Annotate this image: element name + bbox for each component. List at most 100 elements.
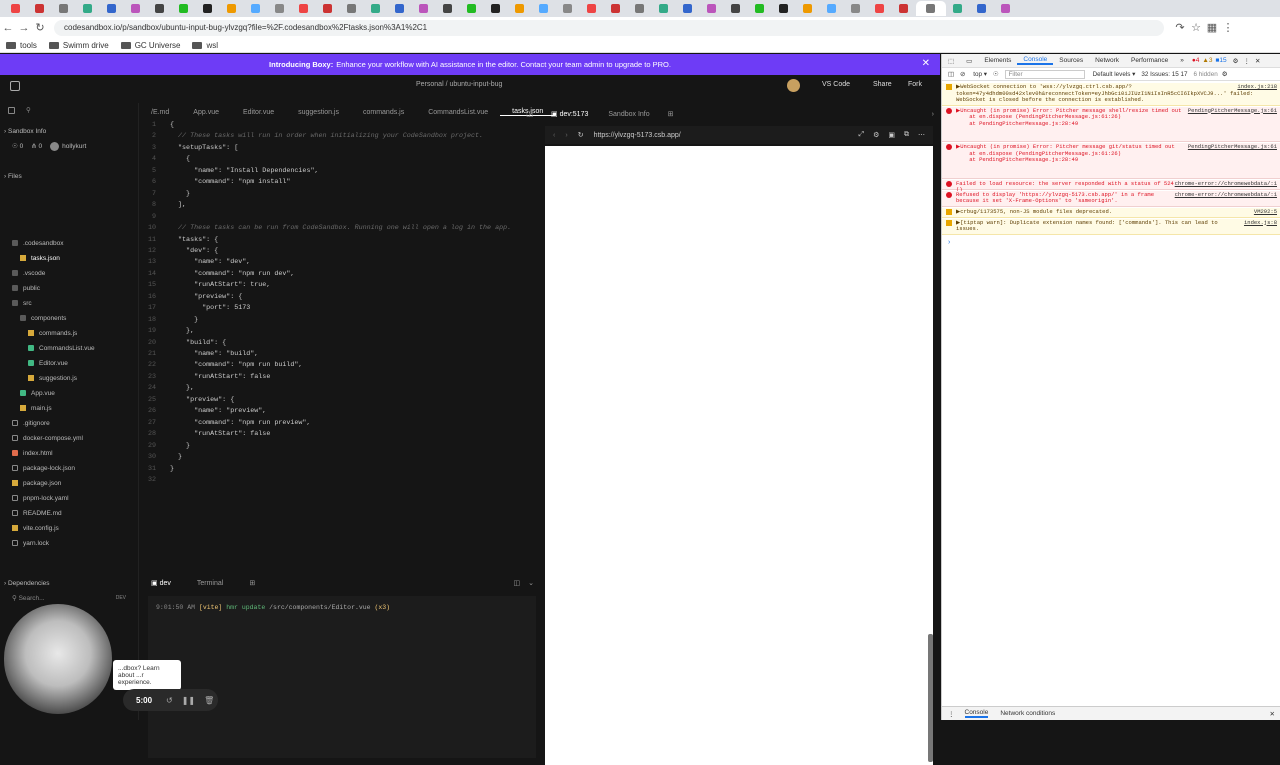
- drawer-tab-console[interactable]: Console: [964, 709, 989, 718]
- browser-tab[interactable]: [364, 1, 388, 16]
- add-tab-icon[interactable]: ⊞: [668, 110, 674, 118]
- sidebar-icon[interactable]: ◫: [948, 71, 954, 78]
- forward-icon[interactable]: ›: [565, 132, 567, 139]
- file-item[interactable]: vite.config.js: [12, 521, 59, 535]
- bookmark-tools[interactable]: tools: [6, 41, 37, 50]
- file-item[interactable]: docker-compose.yml: [12, 431, 83, 445]
- file-item[interactable]: public: [12, 281, 40, 295]
- context-select[interactable]: top ▾: [973, 71, 987, 78]
- more-icon[interactable]: ⋮: [1243, 57, 1250, 65]
- browser-tab[interactable]: [628, 1, 652, 16]
- editor-tab[interactable]: suggestion.js: [286, 109, 351, 116]
- eye-icon[interactable]: ☉: [993, 71, 999, 78]
- browser-tab[interactable]: [868, 1, 892, 16]
- filter-input[interactable]: Filter: [1004, 69, 1085, 79]
- tab-terminal[interactable]: Terminal: [197, 580, 223, 587]
- tab-network[interactable]: Network: [1089, 57, 1125, 64]
- file-item[interactable]: .gitignore: [12, 416, 50, 430]
- console-error[interactable]: chrome-error://chromewebdata/:1 Failed to…: [942, 179, 1280, 193]
- browser-tab[interactable]: [196, 1, 220, 16]
- console-error[interactable]: chrome-error://chromewebdata/:1 Refused t…: [942, 190, 1280, 207]
- warning-count[interactable]: ▲3: [1202, 57, 1212, 64]
- browser-tab[interactable]: [52, 1, 76, 16]
- expand-icon[interactable]: ⤢: [858, 131, 864, 139]
- file-item[interactable]: README.md: [12, 506, 62, 520]
- drawer-menu-icon[interactable]: ⋮: [948, 710, 955, 718]
- more-tabs-icon[interactable]: »: [1174, 57, 1190, 64]
- file-item[interactable]: CommandsList.vue: [28, 341, 95, 355]
- restart-icon[interactable]: ↺: [166, 696, 173, 705]
- preview-url[interactable]: https://ylvzgq-5173.csb.app/: [594, 132, 681, 139]
- editor-tab[interactable]: CommandsList.vue: [416, 109, 500, 116]
- browser-tab[interactable]: [556, 1, 580, 16]
- browser-tab[interactable]: [916, 1, 946, 16]
- browser-tab[interactable]: [844, 1, 868, 16]
- editor-tab[interactable]: Editor.vue: [231, 109, 286, 116]
- browser-tab[interactable]: [124, 1, 148, 16]
- source-link[interactable]: PendingPitcherMessage.js:61: [1188, 143, 1277, 151]
- drawer-tab-network-conditions[interactable]: Network conditions: [1000, 710, 1055, 717]
- file-item[interactable]: pnpm-lock.yaml: [12, 491, 69, 505]
- source-link[interactable]: PendingPitcherMessage.js:61: [1188, 107, 1277, 115]
- browser-tab[interactable]: [508, 1, 532, 16]
- tab-sources[interactable]: Sources: [1053, 57, 1089, 64]
- preview-frame[interactable]: [545, 146, 933, 765]
- tab-sandbox-info[interactable]: Sandbox Info: [608, 111, 649, 118]
- forward-icon[interactable]: →: [16, 22, 32, 34]
- browser-tab[interactable]: [892, 1, 916, 16]
- more-icon[interactable]: ⋯: [918, 131, 925, 139]
- browser-tab[interactable]: [994, 1, 1018, 16]
- chevron-down-icon[interactable]: ⌄: [528, 579, 534, 587]
- browser-tab[interactable]: [148, 1, 172, 16]
- browser-tab[interactable]: [268, 1, 292, 16]
- devtools-icon[interactable]: ▣: [888, 131, 895, 139]
- extensions-icon[interactable]: ▦: [1204, 21, 1220, 34]
- file-item[interactable]: .codesandbox: [12, 236, 63, 250]
- tab-console[interactable]: Console: [1017, 56, 1054, 65]
- browser-tab[interactable]: [244, 1, 268, 16]
- open-window-icon[interactable]: ⧉: [904, 131, 909, 139]
- address-bar[interactable]: codesandbox.io/p/sandbox/ubuntu-input-bu…: [54, 19, 1164, 36]
- inspect-icon[interactable]: ⬚: [942, 57, 960, 65]
- menu-icon[interactable]: ⋮: [1220, 21, 1236, 34]
- browser-tab[interactable]: [172, 1, 196, 16]
- vscode-button[interactable]: VS Code: [822, 81, 850, 88]
- browser-tab[interactable]: [772, 1, 796, 16]
- file-item[interactable]: commands.js: [28, 326, 77, 340]
- onboarding-tooltip[interactable]: ...dbox? Learn about ...r experience.: [113, 660, 181, 690]
- device-icon[interactable]: ▭: [960, 57, 978, 65]
- source-link[interactable]: index.js:8: [1244, 219, 1277, 227]
- browser-tab[interactable]: [946, 1, 970, 16]
- info-count[interactable]: ■15: [1215, 57, 1226, 64]
- browser-tab[interactable]: [220, 1, 244, 16]
- delete-icon[interactable]: 🗑: [204, 696, 214, 705]
- browser-tab[interactable]: [412, 1, 436, 16]
- browser-tab[interactable]: [748, 1, 772, 16]
- refresh-icon[interactable]: ↻: [578, 131, 584, 139]
- close-icon[interactable]: ✕: [1270, 710, 1275, 718]
- browser-tab[interactable]: [652, 1, 676, 16]
- console-warning[interactable]: VM292:5 ▶crbug/1173575, non-JS module fil…: [942, 207, 1280, 218]
- browser-tab[interactable]: [388, 1, 412, 16]
- source-link[interactable]: chrome-error://chromewebdata/:1: [1175, 180, 1277, 188]
- browser-tab[interactable]: [796, 1, 820, 16]
- file-item[interactable]: main.js: [20, 401, 52, 415]
- browser-tab[interactable]: [4, 1, 28, 16]
- browser-tab[interactable]: [532, 1, 556, 16]
- menu-square-icon[interactable]: [10, 81, 20, 91]
- file-item[interactable]: yarn.lock: [12, 536, 49, 550]
- browser-tab[interactable]: [820, 1, 844, 16]
- files-icon[interactable]: [8, 106, 15, 114]
- editor-tab[interactable]: App.vue: [181, 109, 231, 116]
- share-button[interactable]: Share: [873, 81, 892, 88]
- tab-dev[interactable]: ▣ dev: [151, 579, 171, 587]
- reload-icon[interactable]: ↻: [32, 21, 48, 34]
- split-panel-icon[interactable]: ◫: [514, 579, 521, 587]
- close-icon[interactable]: ✕: [1255, 57, 1260, 65]
- file-item[interactable]: Editor.vue: [28, 356, 68, 370]
- browser-tab[interactable]: [580, 1, 604, 16]
- dependency-search[interactable]: ⚲ Search... DEV: [12, 591, 126, 605]
- file-item[interactable]: index.html: [12, 446, 53, 460]
- chevron-right-icon[interactable]: ›: [932, 111, 934, 118]
- source-link[interactable]: chrome-error://chromewebdata/:1: [1175, 191, 1277, 199]
